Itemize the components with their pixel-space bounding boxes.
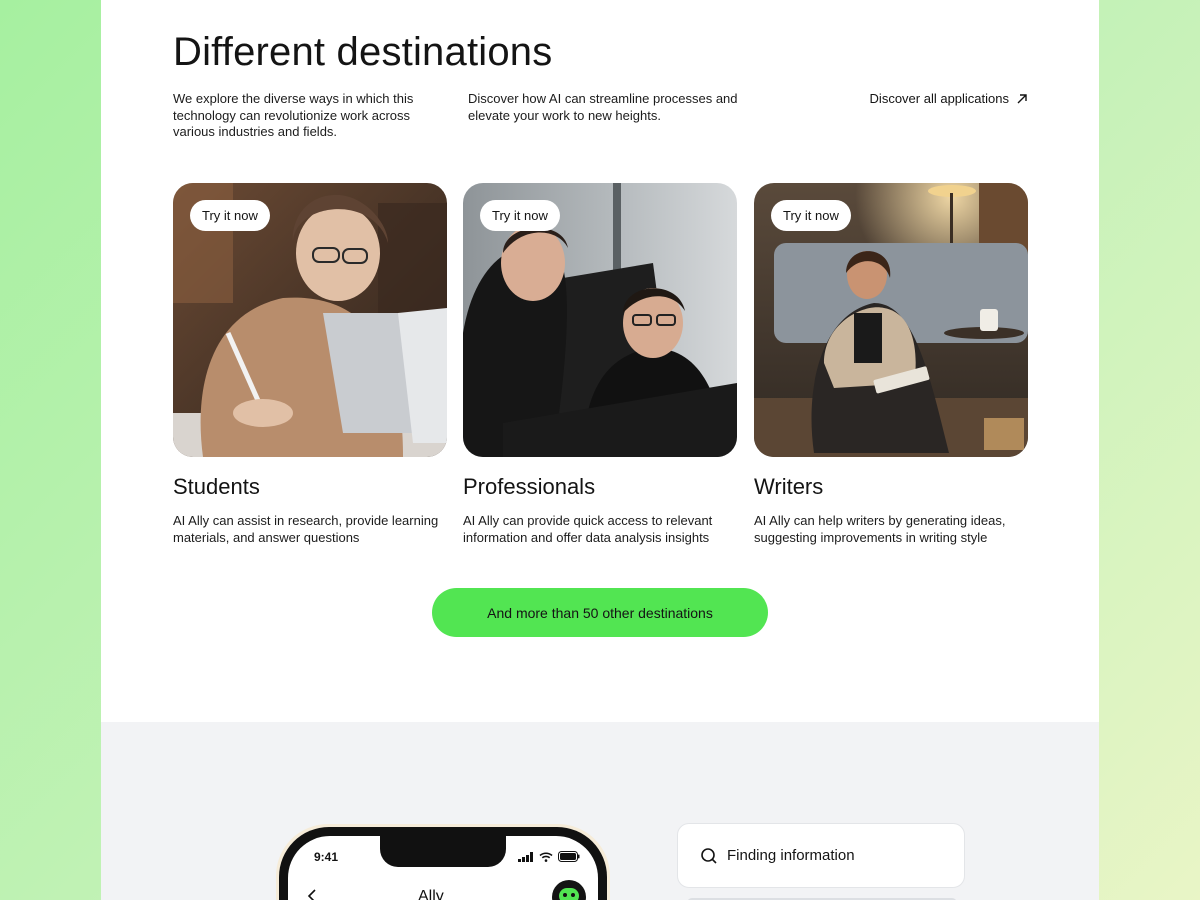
- section-title: Different destinations: [173, 30, 553, 74]
- battery-icon: [558, 851, 580, 862]
- try-it-now-button[interactable]: Try it now: [771, 200, 851, 231]
- search-icon: [701, 847, 717, 864]
- destination-card-writers: Try it now Writers AI Ally can help writ…: [754, 183, 1028, 546]
- intro-text-right: Discover how AI can streamline processes…: [468, 91, 738, 123]
- phone-app-name: Ally: [418, 888, 444, 900]
- intro-text-left: We explore the diverse ways in which thi…: [173, 91, 414, 139]
- phone-notch: [380, 836, 506, 867]
- writers-photo: Try it now: [754, 183, 1028, 457]
- card-title: Writers: [754, 474, 824, 499]
- ally-avatar[interactable]: [552, 880, 586, 900]
- card-title: Professionals: [463, 474, 596, 499]
- destination-card-professionals: Try it now Professionals AI Ally can pro…: [463, 183, 737, 546]
- phone-mockup: 9:41 Ally: [276, 824, 610, 900]
- discover-all-applications-link[interactable]: Discover all applications: [870, 91, 1029, 106]
- card-description: AI Ally can help writers by generating i…: [754, 513, 1006, 545]
- destination-card-students: Try it now Students AI Ally can assist i…: [173, 183, 447, 546]
- phone-screen: 9:41 Ally: [288, 836, 598, 900]
- card-title: Students: [173, 474, 260, 499]
- try-it-now-button[interactable]: Try it now: [480, 200, 560, 231]
- try-it-now-button[interactable]: Try it now: [190, 200, 270, 231]
- arrow-up-right-icon: [1017, 93, 1027, 103]
- wifi-icon: [539, 851, 553, 862]
- discover-link-label: Discover all applications: [869, 91, 1009, 106]
- phone-frame: 9:41 Ally: [279, 827, 607, 900]
- feature-finding-information[interactable]: Finding information: [677, 823, 965, 888]
- phone-time: 9:41: [314, 850, 339, 864]
- signal-icon: [518, 851, 533, 862]
- students-photo: Try it now: [173, 183, 447, 457]
- status-bar-icons: [518, 851, 580, 862]
- more-destinations-button[interactable]: And more than 50 other destinations: [432, 588, 768, 637]
- features-section: 9:41 Ally Finding information: [101, 722, 1099, 900]
- chevron-left-icon[interactable]: [306, 888, 320, 900]
- card-description: AI Ally can provide quick access to rele…: [463, 513, 713, 545]
- feature-label: Finding information: [727, 847, 855, 864]
- professionals-photo: Try it now: [463, 183, 737, 457]
- page: Different destinations We explore the di…: [101, 0, 1099, 900]
- card-description: AI Ally can assist in research, provide …: [173, 513, 439, 545]
